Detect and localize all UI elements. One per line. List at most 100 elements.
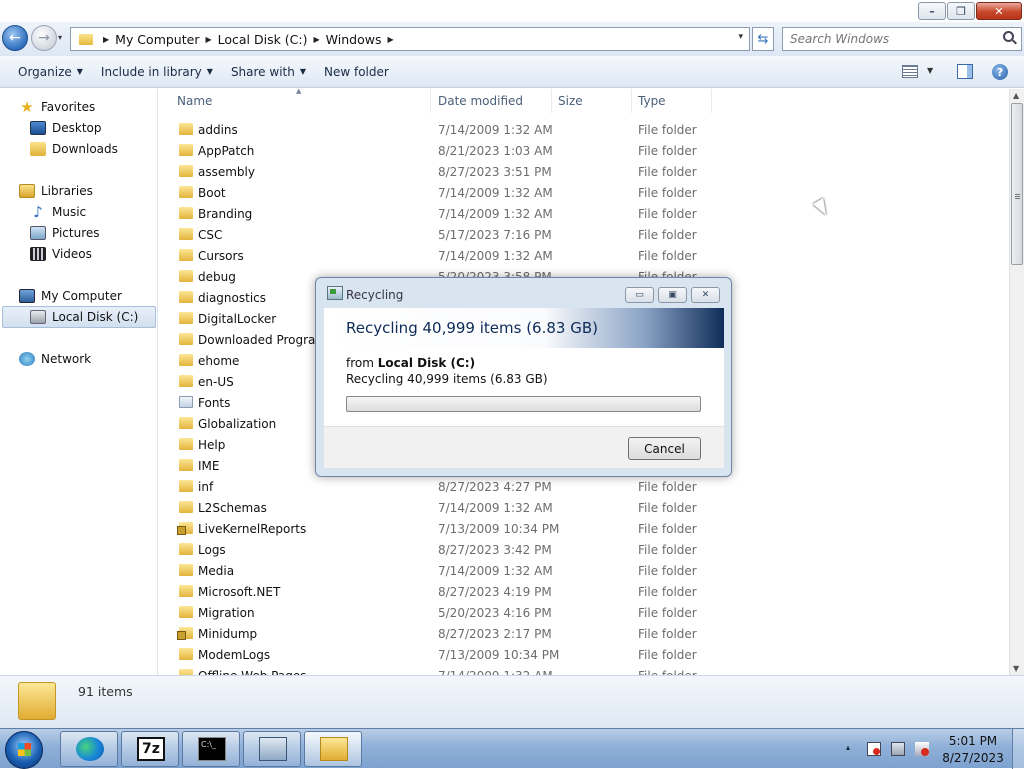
clock-time[interactable]: 5:01 PM [940, 734, 1006, 748]
breadcrumb-my-computer[interactable]: My Computer [115, 32, 199, 47]
share-with-menu[interactable]: Share with ▼ [222, 60, 315, 84]
action-center-flag-icon[interactable] [867, 742, 881, 756]
nav-downloads[interactable]: Downloads [30, 139, 118, 159]
file-row[interactable]: Migration 5/20/2023 4:16 PM File folder [159, 602, 1009, 623]
dialog-detail: Recycling 40,999 items (6.83 GB) [346, 372, 548, 386]
taskbar-keyboard-button[interactable] [243, 731, 301, 767]
back-button[interactable]: ← [2, 25, 28, 51]
scroll-down-icon[interactable]: ▼ [1013, 664, 1019, 673]
chevron-right-icon[interactable]: ▶ [103, 35, 109, 44]
recycling-dialog: Recycling ▭ ▣ ✕ Recycling 40,999 items (… [315, 277, 732, 477]
file-row[interactable]: ModemLogs 7/13/2009 10:34 PM File folder [159, 644, 1009, 665]
file-row[interactable]: CSC 5/17/2023 7:16 PM File folder [159, 224, 1009, 245]
file-row[interactable]: addins 7/14/2009 1:32 AM File folder [159, 119, 1009, 140]
include-in-library-menu[interactable]: Include in library ▼ [92, 60, 222, 84]
file-row[interactable]: Logs 8/27/2023 3:42 PM File folder [159, 539, 1009, 560]
file-row[interactable]: LiveKernelReports 7/13/2009 10:34 PM File … [159, 518, 1009, 539]
pictures-icon [30, 226, 46, 240]
maximize-button[interactable]: ❐ [947, 2, 975, 20]
cancel-button[interactable]: Cancel [628, 437, 701, 460]
file-name: Cursors [198, 248, 244, 263]
nav-music[interactable]: ♪ Music [30, 202, 86, 222]
start-button[interactable] [5, 731, 43, 769]
column-header-name[interactable]: Name [171, 89, 431, 113]
file-row[interactable]: inf 8/27/2023 4:27 PM File folder [159, 476, 1009, 497]
file-date: 8/27/2023 3:42 PM [438, 542, 552, 557]
breadcrumb-local-disk[interactable]: Local Disk (C:) [218, 32, 308, 47]
dialog-close-button[interactable]: ✕ [691, 287, 720, 303]
taskbar-7zip-button[interactable]: 7z [121, 731, 179, 767]
search-input[interactable] [782, 27, 1022, 51]
close-button[interactable]: ✕ [976, 2, 1022, 20]
nav-network[interactable]: Network [19, 349, 91, 369]
include-label: Include in library [100, 64, 202, 79]
file-date: 8/21/2023 1:03 AM [438, 143, 553, 158]
column-header-type[interactable]: Type [632, 89, 712, 113]
breadcrumb-windows[interactable]: Windows [326, 32, 382, 47]
taskbar-explorer-button[interactable] [304, 731, 362, 767]
view-options-dropdown-icon[interactable]: ▼ [927, 66, 933, 75]
file-row[interactable]: Offline Web Pages7/14/2009 1:32 AMFile f… [159, 665, 1009, 675]
nav-local-disk[interactable]: Local Disk (C:) [30, 307, 138, 327]
recent-pages-dropdown-icon[interactable]: ▾ [58, 33, 62, 42]
show-hidden-icons-icon[interactable]: ▴ [846, 743, 850, 752]
vertical-scrollbar[interactable]: ▲ ▼ [1009, 89, 1024, 675]
chevron-right-icon[interactable]: ▶ [205, 35, 211, 44]
file-name: CSC [198, 227, 223, 242]
show-desktop-button[interactable] [1012, 729, 1024, 769]
chevron-right-icon[interactable]: ▶ [387, 35, 393, 44]
dialog-maximize-button[interactable]: ▣ [658, 287, 687, 303]
libraries-icon [19, 184, 35, 198]
scrollbar-thumb[interactable] [1011, 103, 1023, 265]
file-row[interactable]: Media 7/14/2009 1:32 AM File folder [159, 560, 1009, 581]
volume-muted-icon[interactable] [915, 742, 929, 756]
file-row[interactable]: AppPatch 8/21/2023 1:03 AM File folder [159, 140, 1009, 161]
file-row[interactable]: Branding 7/14/2009 1:32 AM File folder [159, 203, 1009, 224]
address-bar: ← → ▾ ▶ My Computer ▶ Local Disk (C:) ▶ … [0, 22, 1024, 56]
nav-my-computer[interactable]: My Computer [19, 286, 122, 306]
scroll-up-icon[interactable]: ▲ [1013, 91, 1019, 100]
file-date: 7/14/2009 1:32 AM [438, 248, 553, 263]
nav-libraries-label: Libraries [41, 184, 93, 198]
file-row[interactable]: Cursors 7/14/2009 1:32 AM File folder [159, 245, 1009, 266]
organize-menu[interactable]: Organize ▼ [9, 60, 92, 84]
forward-button[interactable]: → [31, 25, 57, 51]
file-row[interactable]: Minidump 8/27/2023 2:17 PM File folder [159, 623, 1009, 644]
file-row[interactable]: L2Schemas 7/14/2009 1:32 AM File folder [159, 497, 1009, 518]
taskbar-edge-button[interactable] [60, 731, 118, 767]
edge-icon [76, 737, 104, 761]
file-name: inf [198, 479, 214, 494]
help-icon[interactable]: ? [992, 64, 1008, 80]
clock-date[interactable]: 8/27/2023 [940, 751, 1006, 765]
change-view-icon[interactable] [902, 65, 918, 78]
file-row[interactable]: Microsoft.NET 8/27/2023 4:19 PM File folde… [159, 581, 1009, 602]
preview-pane-icon[interactable] [957, 64, 973, 79]
nav-videos[interactable]: Videos [30, 244, 92, 264]
nav-disk-label: Local Disk (C:) [52, 310, 139, 324]
taskbar-cmd-button[interactable]: C:\_ [182, 731, 240, 767]
column-header-date[interactable]: Date modified [432, 89, 552, 113]
dialog-minimize-button[interactable]: ▭ [625, 287, 654, 303]
minimize-button[interactable]: – [918, 2, 946, 20]
command-prompt-icon: C:\_ [198, 737, 226, 761]
file-name: addins [198, 122, 238, 137]
address-dropdown-icon[interactable]: ▾ [738, 32, 743, 42]
file-row[interactable]: Boot 7/14/2009 1:32 AM File folder [159, 182, 1009, 203]
hard-disk-icon [30, 310, 46, 324]
new-folder-button[interactable]: New folder [315, 60, 398, 84]
network-status-icon[interactable] [891, 742, 905, 756]
nav-desktop-label: Desktop [52, 121, 102, 135]
downloads-icon [30, 142, 46, 156]
file-name: ehome [198, 353, 240, 368]
nav-pictures[interactable]: Pictures [30, 223, 100, 243]
chevron-right-icon[interactable]: ▶ [314, 35, 320, 44]
nav-desktop[interactable]: Desktop [30, 118, 102, 138]
nav-libraries[interactable]: Libraries [19, 181, 93, 201]
file-type: File folder [638, 206, 697, 221]
file-row[interactable]: assembly 8/27/2023 3:51 PM File folder [159, 161, 1009, 182]
breadcrumb[interactable]: ▶ My Computer ▶ Local Disk (C:) ▶ Window… [70, 27, 750, 51]
column-header-size[interactable]: Size [552, 89, 632, 113]
search-icon[interactable] [1003, 31, 1014, 42]
refresh-button[interactable]: ⇆ [752, 27, 774, 51]
nav-favorites[interactable]: ★ Favorites [19, 97, 95, 117]
